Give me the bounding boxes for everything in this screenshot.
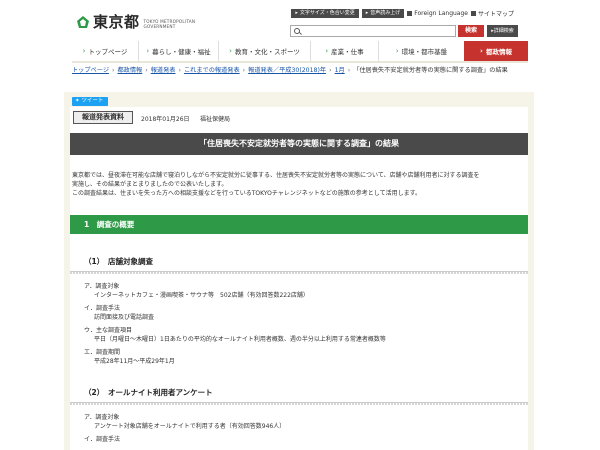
- breadcrumb-link[interactable]: 1月: [335, 67, 345, 74]
- sitemap-link[interactable]: サイトマップ: [470, 9, 514, 18]
- global-nav: › トップページ › 暮らし・健康・福祉 › 教育・文化・スポーツ › 産業・仕事 › 環…: [72, 41, 528, 61]
- breadcrumb-link[interactable]: トップページ: [72, 67, 109, 74]
- section-heading: 1 調査の概要: [70, 215, 528, 234]
- subsection-divider: [70, 402, 528, 405]
- chevron-right-icon: ›: [229, 47, 232, 55]
- press-release-badge: 報道発表資料: [73, 111, 133, 124]
- chevron-right-icon: ›: [395, 47, 399, 55]
- chevron-right-icon: ›: [146, 47, 150, 55]
- chevron-right-icon: ›: [82, 47, 86, 55]
- logo-text: 東京都: [93, 13, 140, 31]
- list-item: ウ．主な調査項目 平日（月曜日～木曜日）1日あたりの平均的なオールナイト利用者概…: [84, 327, 386, 343]
- breadcrumb-link[interactable]: これまでの報道発表: [184, 67, 240, 74]
- breadcrumb-current: 「住居喪失不安定就労者等の実態に関する調査」の結果: [353, 67, 508, 74]
- tokyo-emblem-icon: [77, 15, 89, 28]
- press-date: 2018年01月26日: [141, 116, 190, 123]
- tweet-button[interactable]: ✦ ツイート: [72, 97, 108, 106]
- twitter-icon: ✦: [75, 98, 80, 104]
- foreign-language-link[interactable]: Foreign Language: [407, 9, 468, 18]
- breadcrumb-link[interactable]: 報道発表: [151, 67, 176, 74]
- chevron-right-icon: ›: [325, 47, 329, 55]
- speaker-icon: ▸: [365, 10, 369, 16]
- search-input[interactable]: [290, 25, 456, 37]
- chevron-right-icon: ›: [480, 47, 483, 55]
- text-size-button[interactable]: ▸ 文字サイズ・色合い変更: [291, 9, 359, 18]
- subsection-divider: [70, 271, 528, 274]
- list-item: エ．調査期間 平成28年11月～平成29年1月: [84, 349, 175, 365]
- nav-divider: [72, 61, 528, 63]
- search-button[interactable]: 検索: [458, 25, 484, 37]
- gnav-government[interactable]: › 都政情報: [464, 41, 528, 61]
- sitemap-icon: [470, 11, 476, 16]
- advanced-search-button[interactable]: ▸詳細検索: [487, 25, 518, 37]
- logo-english: TOKYO METROPOLITAN GOVERNMENT: [143, 18, 196, 29]
- list-item: ア．調査対象 アンケート対象店舗をオールナイトで利用する者（有効回答数946人）: [84, 414, 286, 430]
- press-bureau: 福祉保健局: [200, 116, 231, 123]
- read-aloud-button[interactable]: ▸ 音声読み上げ: [361, 9, 405, 18]
- intro-text: 東京都では、昼夜滞在可能な店舗で寝泊りしながら不安定就労に従事する、住居喪失不安…: [72, 172, 480, 197]
- gnav-life[interactable]: › 暮らし・健康・福祉: [138, 41, 218, 61]
- search-icon: [294, 28, 300, 34]
- tokyo-logo[interactable]: 東京都 TOKYO METROPOLITAN GOVERNMENT: [76, 11, 195, 32]
- page-title: 「住居喪失不安定就労者等の実態に関する調査」の結果: [70, 133, 528, 155]
- subsection-heading: （1） 店舗対象調査: [84, 257, 153, 266]
- list-item: イ．調査手法: [84, 436, 121, 443]
- gnav-environment[interactable]: › 環境・都市基盤: [378, 41, 464, 61]
- site-header: 東京都 TOKYO METROPOLITAN GOVERNMENT ▸ 文字サイ…: [0, 0, 600, 40]
- gnav-industry[interactable]: › 産業・仕事: [310, 41, 378, 61]
- gnav-top[interactable]: › トップページ: [72, 41, 138, 61]
- globe-icon: [407, 11, 413, 16]
- gnav-education[interactable]: › 教育・文化・スポーツ: [218, 41, 310, 61]
- breadcrumb-link[interactable]: 都政情報: [118, 67, 143, 74]
- gear-icon: ▸: [295, 10, 298, 16]
- list-item: イ．調査手法 訪問面接及び電話調査: [84, 305, 155, 321]
- breadcrumb-link[interactable]: 報道発表／平成30(2018)年: [248, 67, 326, 74]
- list-item: ア．調査対象 インターネットカフェ・漫画喫茶・サウナ等 502店舗（有効回答数2…: [84, 283, 309, 299]
- subsection-heading: （2） オールナイト利用者アンケート: [84, 388, 213, 397]
- breadcrumb: トップページ › 都政情報 › 報道発表 › これまでの報道発表 › 報道発表／平成30(201…: [72, 67, 508, 74]
- utility-links: ▸ 文字サイズ・色合い変更 ▸ 音声読み上げ Foreign Language …: [291, 9, 514, 18]
